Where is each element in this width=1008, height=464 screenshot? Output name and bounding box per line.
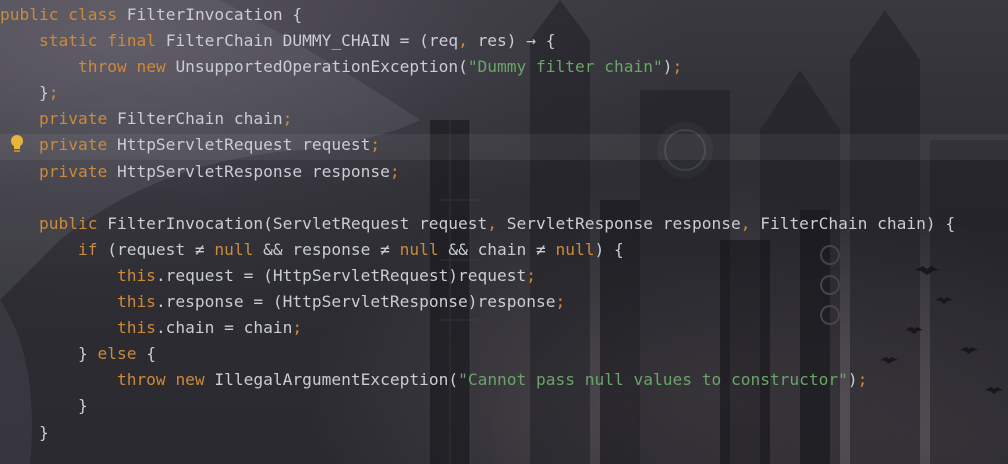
- code-token: && chain ≠: [448, 239, 556, 259]
- code-token: (request ≠: [107, 239, 215, 259]
- code-line[interactable]: throw new UnsupportedOperationException(…: [0, 54, 955, 80]
- keyword-token: throw: [0, 370, 176, 390]
- keyword-token: null: [555, 239, 595, 259]
- keyword-token: private: [0, 161, 117, 181]
- code-token: .response = (HttpServletResponse)respons…: [155, 292, 556, 312]
- keyword-token: public: [0, 213, 108, 233]
- code-token: HttpServletResponse response: [116, 161, 390, 181]
- code-token: FilterInvocation {: [126, 5, 303, 24]
- code-line[interactable]: }: [0, 393, 955, 419]
- keyword-token: final: [107, 31, 166, 51]
- code-token: ) {: [594, 239, 624, 259]
- code-token: .request = (HttpServletRequest)request: [155, 265, 527, 285]
- code-token: res) → {: [477, 31, 556, 51]
- string-token: "Dummy filter chain": [467, 57, 663, 77]
- code-editor[interactable]: public class FilterInvocation { static f…: [0, 2, 955, 446]
- keyword-token: this: [0, 265, 156, 285]
- code-line[interactable]: } else {: [0, 341, 955, 367]
- lightbulb-icon-shape: [11, 135, 23, 152]
- code-token: ,: [458, 31, 478, 51]
- code-line[interactable]: };: [0, 80, 955, 106]
- keyword-token: class: [68, 5, 127, 24]
- code-line[interactable]: }: [0, 420, 955, 446]
- keyword-token: null: [399, 239, 449, 259]
- code-token: ServletResponse response: [506, 213, 741, 233]
- code-line[interactable]: if (request ≠ null && response ≠ null &&…: [0, 237, 955, 263]
- code-token: && response ≠: [263, 239, 400, 259]
- keyword-token: if: [0, 239, 108, 259]
- code-line[interactable]: this.chain = chain;: [0, 315, 955, 341]
- code-line[interactable]: public class FilterInvocation {: [0, 2, 955, 28]
- code-token: ;: [370, 135, 381, 155]
- code-token: }: [0, 344, 98, 364]
- code-token: HttpServletRequest request: [116, 135, 371, 155]
- code-token: ;: [48, 83, 59, 103]
- lightbulb-icon[interactable]: [9, 134, 25, 156]
- code-token: FilterChain chain: [116, 109, 283, 129]
- code-token: FilterChain chain) {: [760, 213, 956, 233]
- code-line[interactable]: private HttpServletRequest request;: [0, 132, 955, 158]
- keyword-token: private: [0, 109, 117, 129]
- keyword-token: static: [0, 31, 108, 51]
- code-token: ;: [282, 109, 293, 129]
- code-token: ;: [389, 161, 400, 181]
- code-token: ;: [672, 57, 683, 77]
- code-token: ;: [526, 265, 537, 285]
- code-token: ;: [292, 318, 303, 338]
- keyword-token: new: [136, 57, 176, 77]
- code-token: IllegalArgumentException(: [214, 370, 459, 390]
- code-token: ,: [487, 213, 507, 233]
- string-token: "Cannot pass null values to constructor": [458, 370, 848, 390]
- code-token: UnsupportedOperationException(: [175, 57, 468, 77]
- code-token: ,: [740, 213, 761, 233]
- code-line[interactable]: public FilterInvocation(ServletRequest r…: [0, 211, 955, 237]
- keyword-token: else: [97, 344, 147, 364]
- code-token: .chain = chain: [155, 318, 293, 338]
- code-line[interactable]: private HttpServletResponse response;: [0, 159, 955, 185]
- keyword-token: this: [0, 292, 156, 312]
- code-token: }: [0, 83, 49, 103]
- code-line[interactable]: this.response = (HttpServletResponse)res…: [0, 289, 955, 315]
- keyword-token: null: [214, 239, 264, 259]
- code-token: }: [0, 396, 88, 416]
- keyword-token: new: [175, 370, 215, 390]
- code-line[interactable]: this.request = (HttpServletRequest)reque…: [0, 263, 955, 289]
- keyword-token: throw: [0, 57, 137, 77]
- code-line[interactable]: throw new IllegalArgumentException("Cann…: [0, 367, 955, 393]
- code-token: ;: [555, 292, 566, 312]
- code-token: {: [146, 344, 156, 364]
- code-token: }: [0, 422, 49, 442]
- code-token: FilterInvocation(ServletRequest request: [107, 213, 488, 233]
- code-token: ;: [857, 370, 868, 390]
- keyword-token: public: [0, 5, 69, 24]
- code-token: ): [847, 370, 858, 390]
- code-token: FilterChain DUMMY_CHAIN = (req: [165, 31, 459, 51]
- code-line[interactable]: private FilterChain chain;: [0, 106, 955, 132]
- keyword-token: this: [0, 318, 156, 338]
- code-line[interactable]: [0, 185, 955, 211]
- code-line[interactable]: static final FilterChain DUMMY_CHAIN = (…: [0, 28, 955, 54]
